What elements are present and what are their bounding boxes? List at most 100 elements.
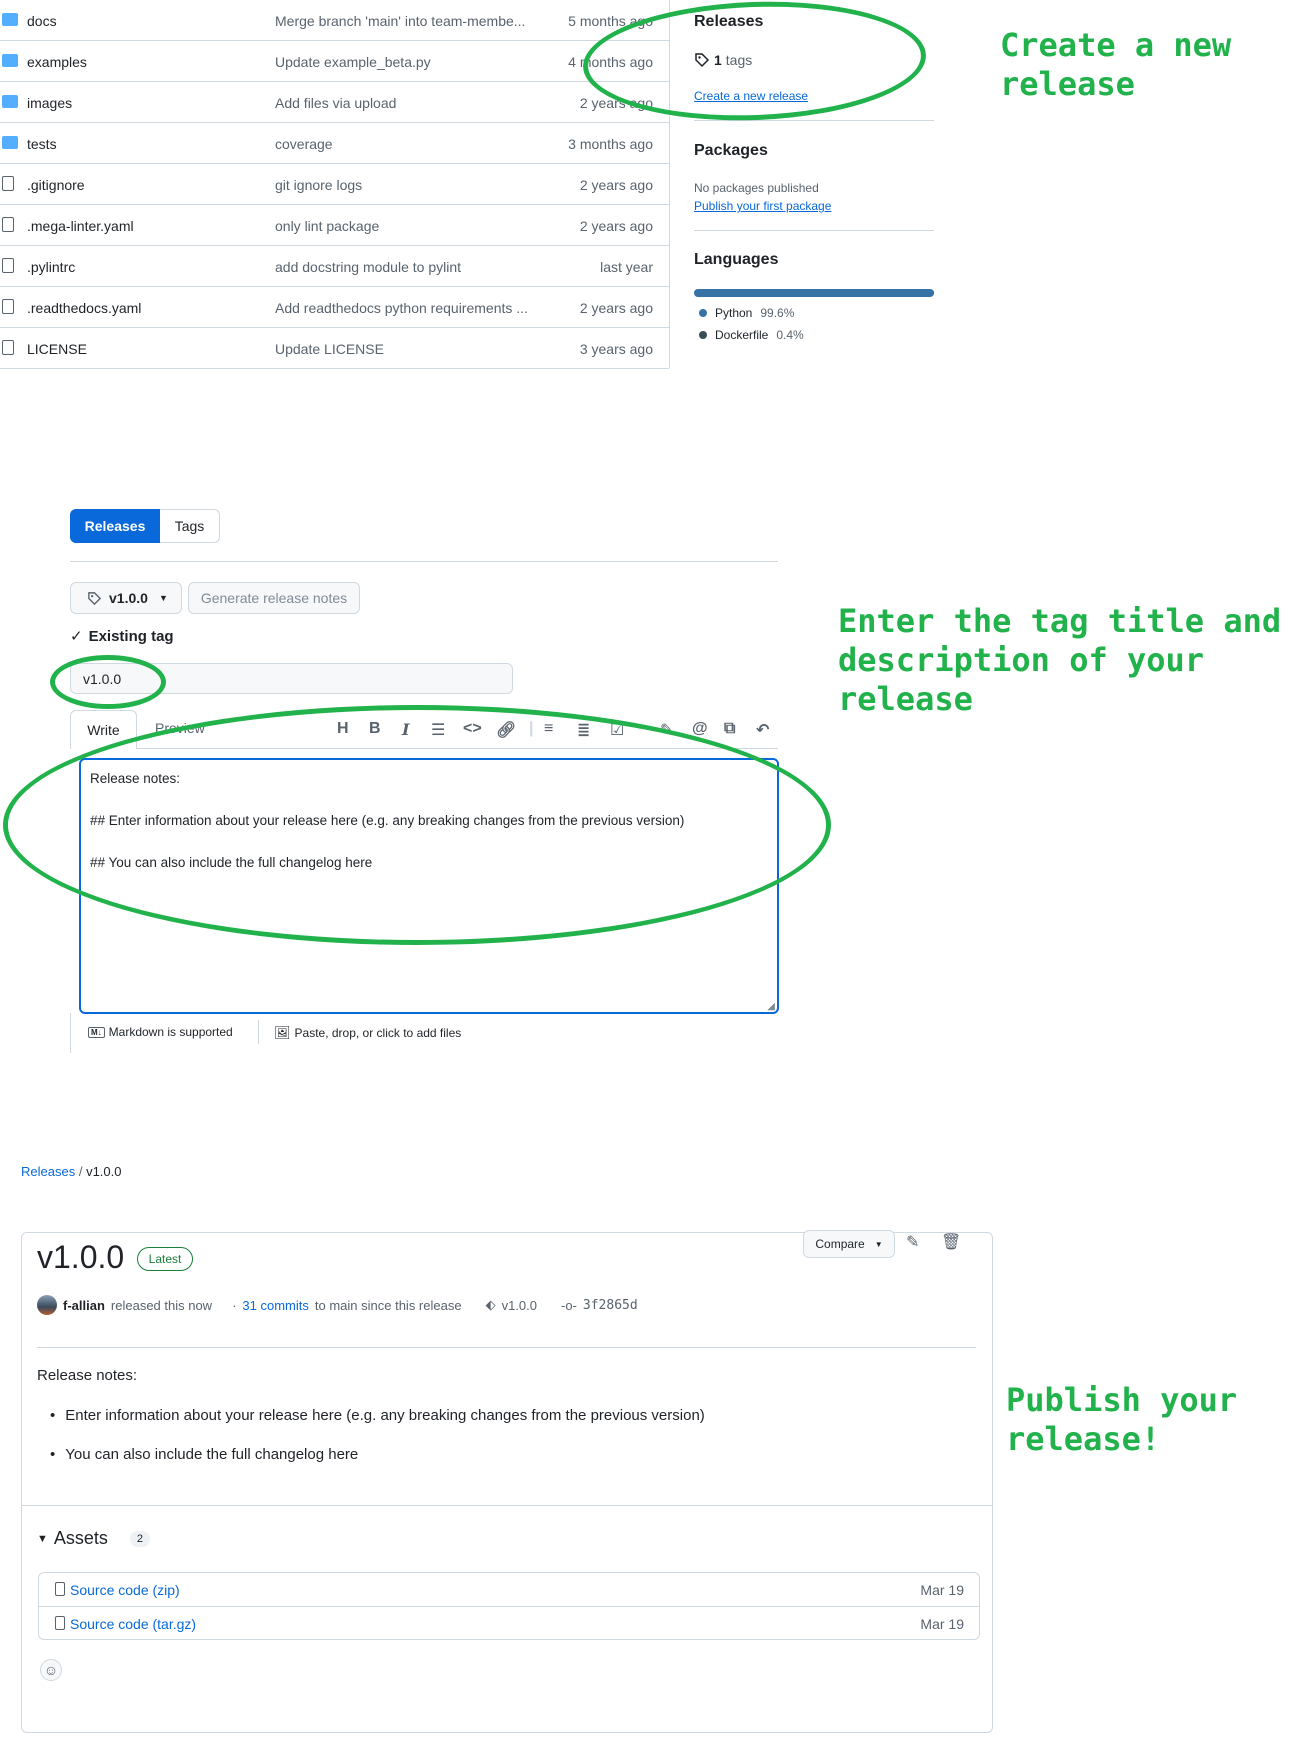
avatar[interactable] (37, 1295, 57, 1315)
releases-heading[interactable]: Releases (694, 13, 934, 31)
file-name[interactable]: .pylintrc (27, 259, 75, 275)
packages-heading[interactable]: Packages (694, 142, 934, 160)
ordered-list-icon[interactable]: ≡ (544, 720, 553, 738)
tab-tags[interactable]: Tags (160, 509, 220, 543)
asset-ext[interactable]: (tar.gz) (153, 1616, 197, 1632)
divider (694, 120, 934, 121)
tag-select-label[interactable]: v1.0.0 (109, 590, 148, 606)
bold-icon[interactable]: B (369, 720, 381, 738)
asset-link[interactable]: Source code (tar.gz) (70, 1616, 196, 1632)
edit-pencil-icon[interactable]: ✎ (906, 1232, 919, 1252)
language-item[interactable]: Python 99.6% (699, 306, 794, 320)
release-tag-link[interactable]: v1.0.0 (502, 1298, 537, 1313)
markdown-note-text[interactable]: Markdown is supported (109, 1025, 233, 1039)
author-link[interactable]: f-allian (63, 1298, 105, 1313)
tab-preview[interactable]: Preview (155, 720, 205, 736)
file-name[interactable]: docs (27, 13, 57, 29)
attach-files-note[interactable]: 🖼︎ Paste, drop, or click to add files (274, 1025, 461, 1041)
language-dot-icon (699, 331, 707, 339)
file-row[interactable]: LICENSE Update LICENSE 3 years ago (0, 328, 669, 369)
assets-toggle[interactable]: ▼ Assets 2 (37, 1528, 151, 1549)
link-icon[interactable]: 🔗︎ (496, 720, 516, 740)
file-name[interactable]: .gitignore (27, 177, 85, 193)
commit-message[interactable]: coverage (275, 136, 545, 152)
file-row[interactable]: tests coverage 3 months ago (0, 123, 669, 164)
tab-preview-label[interactable]: Preview (155, 720, 205, 736)
generate-notes-label[interactable]: Generate release notes (201, 590, 347, 606)
language-dot-icon (699, 309, 707, 317)
file-row[interactable]: docs Merge branch 'main' into team-membe.… (0, 0, 669, 41)
task-list-icon[interactable]: ☑ (610, 720, 624, 740)
tags-link[interactable]: 1 tags (694, 52, 934, 68)
release-title-value[interactable]: v1.0.0 (83, 671, 121, 687)
breadcrumb: Releases / v1.0.0 (21, 1164, 122, 1179)
create-release-text[interactable]: Create a new release (694, 89, 808, 103)
tab-releases[interactable]: Releases (70, 509, 160, 543)
commit-sha-link[interactable]: 3f2865d (583, 1298, 638, 1313)
commit-message[interactable]: only lint package (275, 218, 545, 234)
attach-files-text[interactable]: Paste, drop, or click to add files (295, 1026, 462, 1040)
commit-message[interactable]: git ignore logs (275, 177, 545, 193)
packages-heading-text[interactable]: Packages (694, 142, 768, 159)
generate-notes-button[interactable]: Generate release notes (188, 582, 360, 614)
commit-message[interactable]: add docstring module to pylint (275, 259, 545, 275)
language-item[interactable]: Dockerfile 0.4% (699, 328, 804, 342)
file-row[interactable]: .mega-linter.yaml only lint package 2 year… (0, 205, 669, 246)
assets-heading[interactable]: Assets (54, 1528, 108, 1549)
file-row[interactable]: examples Update example_beta.py 4 months a… (0, 41, 669, 82)
tag-select-button[interactable]: v1.0.0 ▼ (70, 582, 182, 614)
file-row[interactable]: .gitignore git ignore logs 2 years ago (0, 164, 669, 205)
reaction-smiley-icon[interactable]: ☺ (40, 1659, 62, 1681)
commit-message[interactable]: Add readthedocs python requirements ... (275, 300, 545, 316)
asset-row[interactable]: Source code (zip) Mar 19 (38, 1573, 980, 1607)
compare-label[interactable]: Compare (815, 1237, 864, 1251)
asset-name[interactable]: Source code (70, 1582, 149, 1598)
language-name[interactable]: Python (715, 306, 752, 320)
publish-package-text[interactable]: Publish your first package (694, 199, 831, 213)
delete-trash-icon[interactable]: 🗑︎ (941, 1232, 961, 1252)
file-name[interactable]: images (27, 95, 72, 111)
compare-button[interactable]: Compare ▼ (803, 1230, 895, 1258)
tab-write-label[interactable]: Write (87, 722, 119, 738)
asset-name[interactable]: Source code (70, 1616, 149, 1632)
release-title-input[interactable]: v1.0.0 (70, 663, 513, 694)
resize-handle-icon[interactable]: ◢ (767, 1001, 775, 1012)
file-name[interactable]: tests (27, 136, 57, 152)
file-name[interactable]: examples (27, 54, 87, 70)
unordered-list-icon[interactable]: ≣ (577, 720, 590, 740)
quote-icon[interactable]: ☰ (431, 720, 445, 740)
asset-link[interactable]: Source code (zip) (70, 1582, 180, 1598)
tab-write[interactable]: Write (70, 710, 137, 749)
mention-icon[interactable]: @ (692, 720, 708, 738)
commits-link[interactable]: 31 commits (242, 1298, 308, 1313)
publish-package-link[interactable]: Publish your first package (694, 199, 934, 213)
asset-ext[interactable]: (zip) (153, 1582, 180, 1598)
code-icon[interactable]: <> (463, 720, 482, 738)
create-release-link[interactable]: Create a new release (694, 89, 934, 103)
tags-label: tags (725, 52, 753, 68)
commit-message[interactable]: Update LICENSE (275, 341, 545, 357)
attach-icon[interactable]: ✎ (660, 720, 673, 740)
asset-row[interactable]: Source code (tar.gz) Mar 19 (38, 1607, 980, 1641)
language-name[interactable]: Dockerfile (715, 328, 768, 342)
file-name[interactable]: .readthedocs.yaml (27, 300, 141, 316)
reference-icon[interactable]: ⧉ (724, 720, 735, 738)
release-notes-textarea[interactable]: Release notes: ## Enter information abou… (79, 758, 779, 1014)
file-row[interactable]: .readthedocs.yaml Add readthedocs python … (0, 287, 669, 328)
file-row[interactable]: .pylintrc add docstring module to pylint l… (0, 246, 669, 287)
commit-message[interactable]: Update example_beta.py (275, 54, 545, 70)
releases-heading-text[interactable]: Releases (694, 13, 763, 30)
file-name[interactable]: LICENSE (27, 341, 87, 357)
italic-icon[interactable]: I (402, 720, 409, 739)
undo-icon[interactable]: ↶ (756, 720, 769, 740)
file-row[interactable]: images Add files via upload 2 years ago (0, 82, 669, 123)
commit-message[interactable]: Merge branch 'main' into team-membe... (275, 13, 545, 29)
tab-tags-label[interactable]: Tags (175, 518, 205, 534)
heading-icon[interactable]: H (337, 720, 349, 738)
commit-date: 2 years ago (579, 95, 653, 111)
file-name[interactable]: .mega-linter.yaml (27, 218, 134, 234)
breadcrumb-releases[interactable]: Releases (21, 1164, 75, 1179)
commit-message[interactable]: Add files via upload (275, 95, 545, 111)
markdown-note[interactable]: M↓ Markdown is supported (88, 1025, 233, 1039)
tab-releases-label[interactable]: Releases (85, 518, 146, 534)
